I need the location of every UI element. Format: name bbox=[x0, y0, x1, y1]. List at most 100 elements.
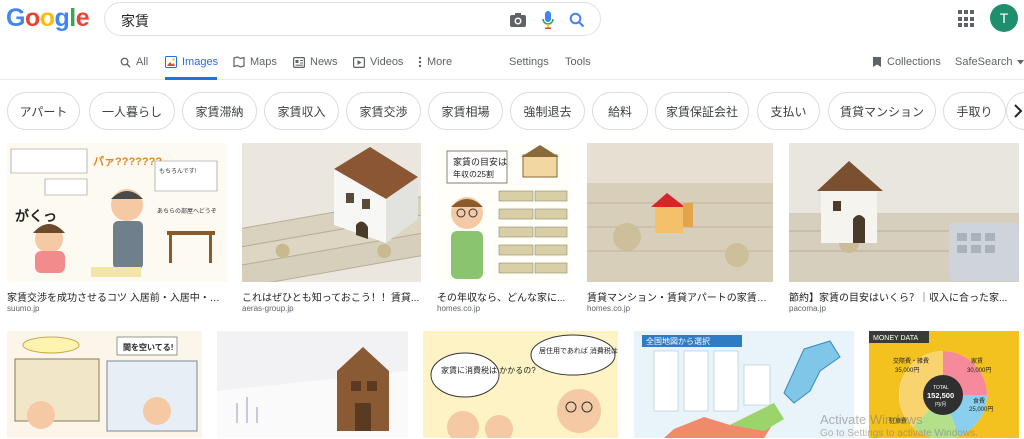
logo-letter: o bbox=[24, 4, 40, 32]
illustration-text: 家賃に消費税は かかるの? bbox=[441, 365, 536, 375]
result-thumbnail[interactable]: 家賃に消費税は かかるの? 居住用であれば 消費税はかかりませんぜ bbox=[423, 331, 618, 438]
search-tabs-bar: All Images Maps News Videos More Setting… bbox=[0, 46, 1024, 80]
search-icon[interactable] bbox=[567, 10, 587, 30]
map-icon bbox=[233, 56, 245, 68]
apps-grid-icon[interactable] bbox=[958, 10, 976, 28]
image-result[interactable]: 賃貸マンション・賃貸アパートの家賃は... homes.co.jp bbox=[587, 143, 773, 318]
illustration-text: 家賃 bbox=[971, 357, 983, 365]
video-icon bbox=[353, 56, 365, 68]
chip[interactable]: アパート bbox=[7, 92, 80, 130]
google-logo[interactable]: Google bbox=[6, 4, 90, 33]
illustration-text: パァ??????? bbox=[93, 155, 162, 168]
chip[interactable]: 支払い bbox=[757, 92, 820, 130]
result-thumbnail[interactable]: 家賃の目安は 年収の25割 bbox=[437, 143, 571, 282]
result-thumbnail[interactable]: パァ??????? もちろんです! あちらの部屋へどうぞ がくっ bbox=[7, 143, 227, 282]
chip[interactable]: 給料 bbox=[592, 92, 648, 130]
settings-link[interactable]: Settings bbox=[509, 54, 549, 70]
result-source: pacoma.jp bbox=[789, 304, 826, 313]
image-result[interactable]: パァ??????? もちろんです! あちらの部屋へどうぞ がくっ 家賃交渉を成功… bbox=[7, 143, 227, 318]
result-thumbnail[interactable]: 間を空いてる! bbox=[7, 331, 202, 438]
illustration-text: 全国地図から選択 bbox=[646, 336, 710, 346]
result-source: aeras-group.jp bbox=[242, 304, 294, 313]
news-icon bbox=[293, 56, 305, 68]
result-title[interactable]: その年収なら、どんな家に... bbox=[437, 289, 571, 304]
more-vert-icon bbox=[418, 56, 422, 68]
chip[interactable]: 家賃滞納 bbox=[182, 92, 257, 130]
image-result[interactable]: 家賃に消費税は かかるの? 居住用であれば 消費税はかかりませんぜ bbox=[423, 331, 618, 438]
chip[interactable]: 家賃交渉 bbox=[346, 92, 421, 130]
illustration-text: がくっ bbox=[15, 208, 57, 224]
tab-all[interactable]: All bbox=[120, 54, 148, 70]
result-source: homes.co.jp bbox=[587, 304, 631, 313]
image-result[interactable]: これはぜひとも知っておこう！！賃貸... aeras-group.jp bbox=[242, 143, 421, 318]
illustration-text: あちらの部屋へどうぞ bbox=[157, 207, 217, 215]
illustration-text: もちろんです! bbox=[159, 168, 197, 175]
active-tab-indicator bbox=[165, 77, 217, 80]
safesearch-dropdown[interactable]: SafeSearch bbox=[955, 54, 1024, 70]
result-thumbnail[interactable] bbox=[217, 331, 408, 438]
image-icon bbox=[165, 56, 177, 68]
activate-windows-watermark: Activate Windows bbox=[820, 412, 923, 427]
image-result[interactable]: 節約】家賃の目安はいくら？｜収入に合った家... pacoma.jp bbox=[789, 143, 1019, 318]
illustration-text: MONEY DATA bbox=[873, 335, 918, 342]
illustration-text: 交際費・雑費 bbox=[893, 357, 929, 365]
tab-more[interactable]: More bbox=[418, 54, 452, 70]
collections-label: Collections bbox=[887, 56, 941, 68]
result-title[interactable]: 節約】家賃の目安はいくら？｜収入に合った家... bbox=[789, 289, 1019, 304]
search-input[interactable]: 家賃 bbox=[121, 11, 149, 31]
illustration-text: 食費 bbox=[973, 397, 985, 405]
logo-letter: G bbox=[6, 4, 25, 32]
activate-windows-subtext: Go to Settings to activate Windows. bbox=[820, 428, 978, 439]
result-thumbnail[interactable] bbox=[242, 143, 421, 282]
illustration-text: 年収の25割 bbox=[453, 169, 494, 179]
collections-link[interactable]: Collections bbox=[872, 54, 941, 70]
camera-icon[interactable] bbox=[508, 10, 528, 30]
search-box[interactable]: 家賃 bbox=[104, 2, 601, 36]
image-result[interactable] bbox=[217, 331, 408, 438]
result-source: homes.co.jp bbox=[437, 304, 481, 313]
result-title[interactable]: これはぜひとも知っておこう！！賃貸... bbox=[242, 289, 421, 304]
search-icon bbox=[120, 57, 131, 68]
illustration-text: 居住用であれば 消費税はかかりませんぜ bbox=[539, 346, 618, 355]
tab-label: Images bbox=[182, 56, 219, 68]
tab-label: News bbox=[310, 56, 338, 68]
tab-label: Videos bbox=[370, 56, 404, 68]
avatar[interactable]: T bbox=[990, 4, 1018, 32]
result-title[interactable]: 家賃交渉を成功させるコツ 入居前・入居中・更... bbox=[7, 289, 227, 304]
chip[interactable]: 強制退去 bbox=[510, 92, 585, 130]
illustration-text: 25,000円 bbox=[969, 406, 993, 413]
result-thumbnail[interactable] bbox=[587, 143, 773, 282]
tab-images[interactable]: Images bbox=[165, 54, 218, 70]
illustration-text: 間を空いてる! bbox=[123, 342, 173, 352]
tab-label: Maps bbox=[250, 56, 277, 68]
bookmark-icon bbox=[873, 57, 881, 67]
mic-icon[interactable] bbox=[538, 10, 558, 30]
chip[interactable]: 手取り bbox=[943, 92, 1006, 130]
logo-letter: o bbox=[39, 4, 55, 32]
chip[interactable]: 賃貸マンション bbox=[828, 92, 936, 130]
tab-label: All bbox=[136, 56, 149, 68]
chip[interactable]: 家賃収入 bbox=[264, 92, 339, 130]
caret-down-icon bbox=[1017, 59, 1024, 64]
chevron-right-icon bbox=[1014, 104, 1023, 118]
tab-videos[interactable]: Videos bbox=[353, 54, 403, 70]
tab-news[interactable]: News bbox=[293, 54, 338, 70]
related-search-chips: アパート 一人暮らし 家賃滞納 家賃収入 家賃交渉 家賃相場 強制退去 給料 家… bbox=[0, 92, 1024, 130]
tools-link[interactable]: Tools bbox=[565, 54, 591, 70]
chip[interactable]: 家賃保証会社 bbox=[655, 92, 749, 130]
header: Google 家賃 T bbox=[0, 0, 1024, 40]
tab-maps[interactable]: Maps bbox=[233, 54, 277, 70]
image-result[interactable]: 家賃の目安は 年収の25割 その年収なら、どんな家に... homes.co.j… bbox=[437, 143, 571, 318]
chip[interactable]: 一人暮らし bbox=[89, 92, 175, 130]
logo-letter: e bbox=[75, 4, 90, 32]
illustration-text: 35,000円 bbox=[895, 367, 919, 374]
result-title[interactable]: 賃貸マンション・賃貸アパートの家賃は... bbox=[587, 289, 773, 304]
safesearch-label: SafeSearch bbox=[955, 56, 1013, 68]
tab-label: More bbox=[427, 56, 453, 68]
chip[interactable]: 家賃相場 bbox=[428, 92, 503, 130]
image-result[interactable]: 間を空いてる! bbox=[7, 331, 202, 438]
chips-next-button[interactable] bbox=[1006, 92, 1024, 130]
result-thumbnail[interactable] bbox=[789, 143, 1019, 282]
illustration-text: 30,000円 bbox=[967, 367, 991, 374]
illustration-text: 152,500 bbox=[927, 391, 954, 400]
